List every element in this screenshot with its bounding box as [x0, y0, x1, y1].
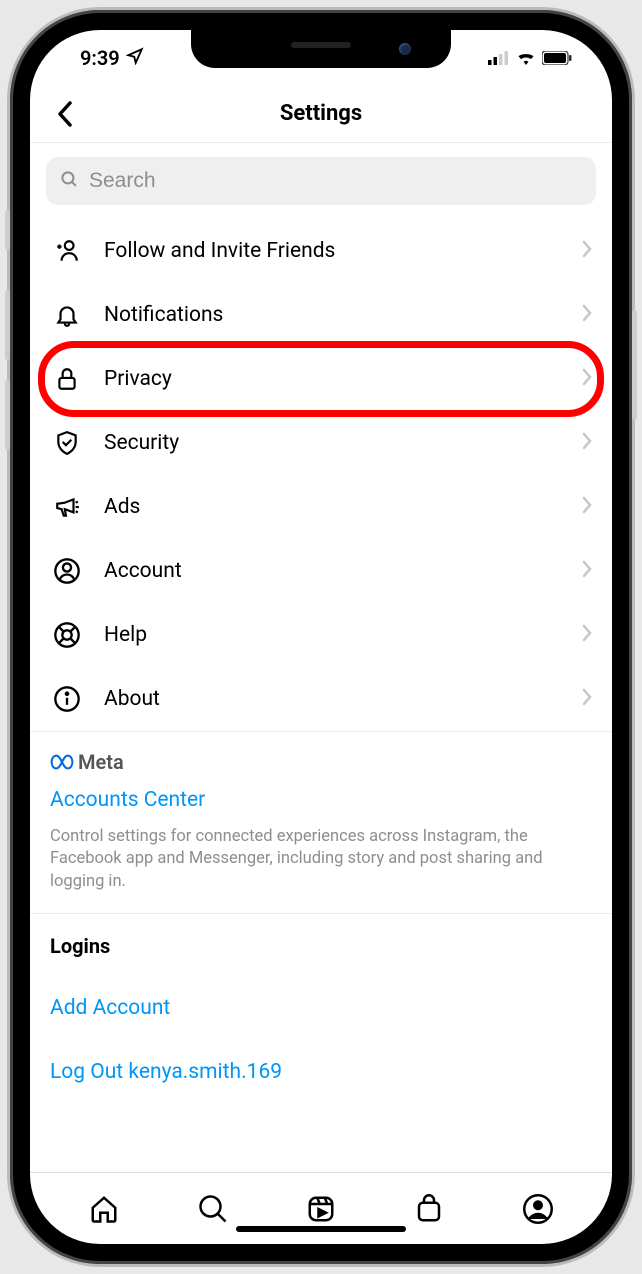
chevron-right-icon: [582, 624, 592, 646]
logout-link[interactable]: Log Out kenya.smith.169: [50, 1050, 592, 1094]
bottom-nav: [30, 1172, 612, 1244]
chevron-right-icon: [582, 304, 592, 326]
add-account-link[interactable]: Add Account: [50, 986, 592, 1030]
menu-item-about[interactable]: About: [30, 667, 612, 731]
cellular-icon: [488, 46, 510, 70]
content: Follow and Invite Friends Notifications …: [30, 143, 612, 1172]
menu-label: Help: [104, 623, 582, 647]
phone-frame: 9:39 Settings: [10, 10, 632, 1264]
meta-logo: Meta: [50, 750, 592, 774]
menu-item-account[interactable]: Account: [30, 539, 612, 603]
screen: 9:39 Settings: [30, 30, 612, 1244]
menu-label: Privacy: [104, 367, 582, 391]
menu-label: Account: [104, 559, 582, 583]
megaphone-icon: [52, 492, 82, 522]
status-time: 9:39: [80, 46, 120, 70]
logins-section: Logins Add Account Log Out kenya.smith.1…: [30, 914, 612, 1114]
location-icon: [126, 46, 144, 70]
menu-item-privacy[interactable]: Privacy: [30, 347, 612, 411]
lock-icon: [52, 364, 82, 394]
menu-label: Ads: [104, 495, 582, 519]
shield-icon: [52, 428, 82, 458]
accounts-center-link[interactable]: Accounts Center: [50, 788, 592, 812]
menu-item-follow[interactable]: Follow and Invite Friends: [30, 219, 612, 283]
nav-home[interactable]: [50, 1194, 158, 1224]
meta-section: Meta Accounts Center Control settings fo…: [30, 732, 612, 914]
battery-icon: [542, 46, 572, 70]
meta-brand-text: Meta: [78, 750, 124, 774]
back-button[interactable]: [40, 85, 90, 142]
search-box[interactable]: [46, 157, 596, 205]
chevron-right-icon: [582, 560, 592, 582]
search-icon: [60, 170, 79, 193]
chevron-right-icon: [582, 240, 592, 262]
notch: [191, 30, 451, 68]
page-title: Settings: [30, 101, 612, 126]
home-indicator[interactable]: [236, 1226, 406, 1232]
bell-icon: [52, 300, 82, 330]
header: Settings: [30, 85, 612, 143]
chevron-right-icon: [582, 368, 592, 390]
follow-invite-icon: [52, 236, 82, 266]
nav-shop[interactable]: [375, 1194, 483, 1224]
help-icon: [52, 620, 82, 650]
logins-title: Logins: [50, 934, 592, 958]
nav-reels[interactable]: [267, 1194, 375, 1224]
search-input[interactable]: [89, 169, 582, 193]
meta-description: Control settings for connected experienc…: [50, 826, 592, 893]
account-icon: [52, 556, 82, 586]
menu-item-help[interactable]: Help: [30, 603, 612, 667]
menu-label: About: [104, 687, 582, 711]
nav-profile[interactable]: [484, 1194, 592, 1224]
menu-label: Security: [104, 431, 582, 455]
info-icon: [52, 684, 82, 714]
chevron-right-icon: [582, 432, 592, 454]
nav-search[interactable]: [158, 1194, 266, 1224]
menu-item-security[interactable]: Security: [30, 411, 612, 475]
menu-label: Notifications: [104, 303, 582, 327]
menu-label: Follow and Invite Friends: [104, 239, 582, 263]
chevron-right-icon: [582, 496, 592, 518]
wifi-icon: [516, 46, 536, 70]
menu-item-notifications[interactable]: Notifications: [30, 283, 612, 347]
chevron-right-icon: [582, 688, 592, 710]
menu-item-ads[interactable]: Ads: [30, 475, 612, 539]
